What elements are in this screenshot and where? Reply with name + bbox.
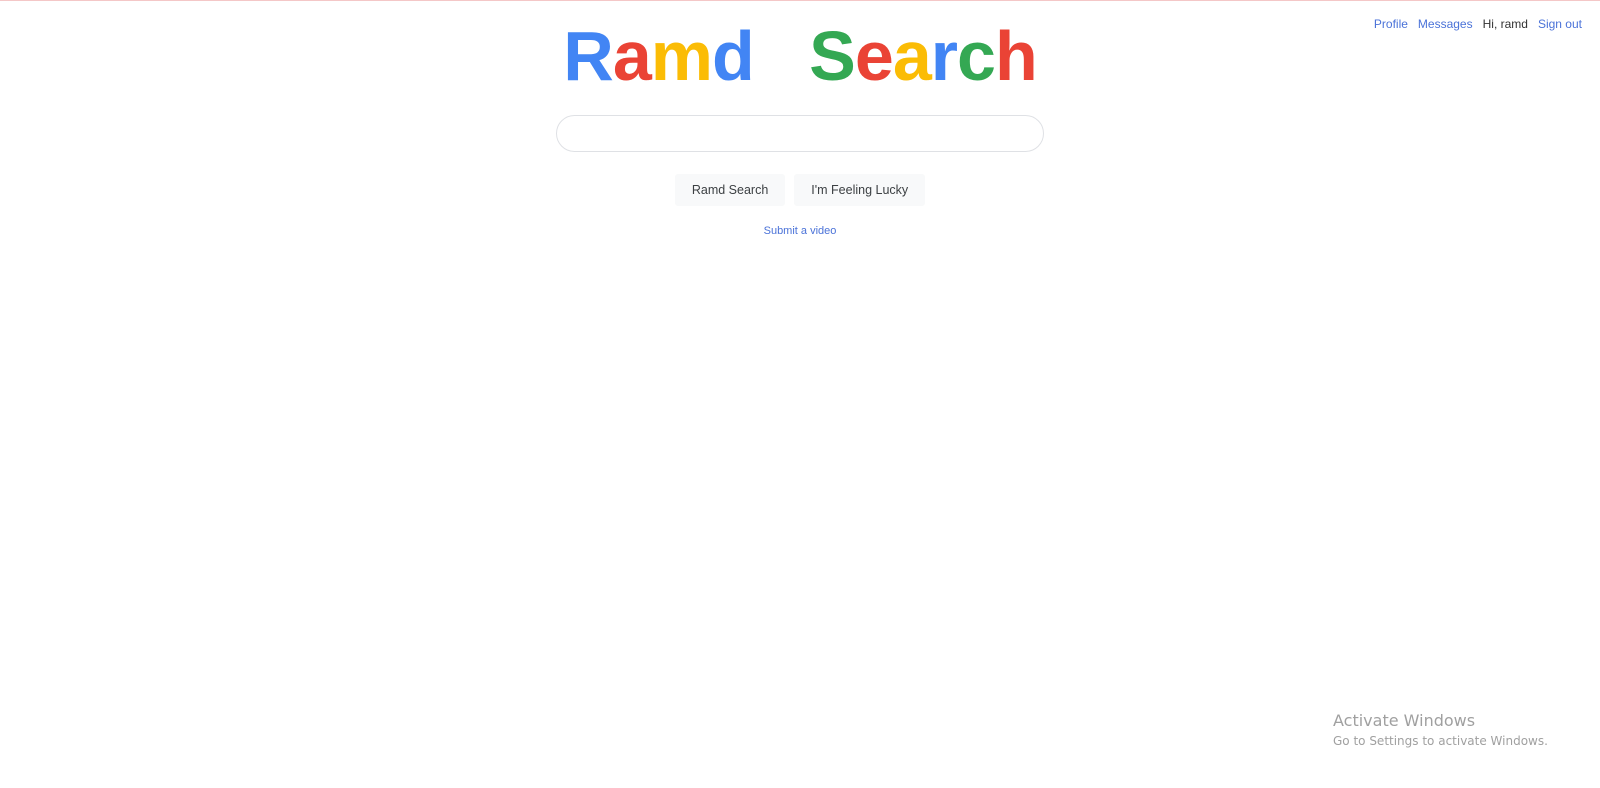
search-button[interactable]: Ramd Search (674, 174, 786, 206)
logo-letter: m (650, 17, 713, 95)
logo-letter: r (930, 17, 958, 95)
activate-windows-subtitle: Go to Settings to activate Windows. (1333, 734, 1548, 748)
logo-letter: a (612, 17, 652, 95)
submit-video-container: Submit a video (0, 225, 1600, 237)
logo-letter: a (892, 17, 932, 95)
logo-letter: d (712, 17, 755, 95)
search-box (556, 115, 1044, 152)
logo-letter: c (957, 17, 996, 95)
top-border (0, 0, 1600, 1)
search-buttons: Ramd Search I'm Feeling Lucky (0, 174, 1600, 206)
site-logo: Ramd Search (0, 16, 1600, 96)
search-input[interactable] (556, 115, 1044, 152)
logo-letter: e (854, 17, 894, 95)
activate-windows-watermark: Activate Windows Go to Settings to activ… (1333, 710, 1548, 750)
logo-letter: S (809, 17, 856, 95)
logo-letter: R (563, 17, 614, 95)
feeling-lucky-button[interactable]: I'm Feeling Lucky (794, 174, 926, 206)
logo-letter: h (994, 17, 1038, 95)
activate-windows-title: Activate Windows (1333, 711, 1476, 730)
logo-letter (754, 17, 809, 95)
submit-video-link[interactable]: Submit a video (764, 225, 837, 237)
